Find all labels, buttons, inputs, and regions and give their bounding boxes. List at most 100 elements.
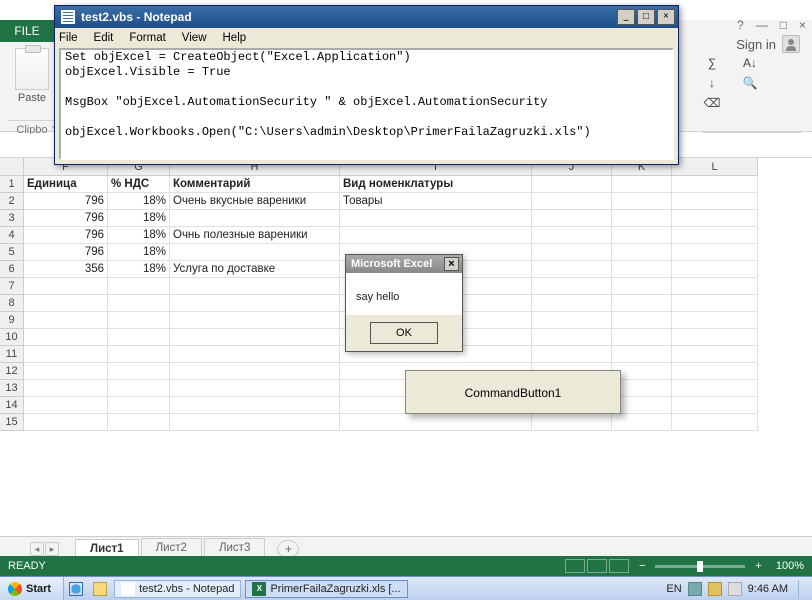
row-header[interactable]: 10 xyxy=(0,329,24,346)
row-header[interactable]: 3 xyxy=(0,210,24,227)
close-icon[interactable]: × xyxy=(799,18,806,38)
message-box[interactable]: Microsoft Excel × say hello OK xyxy=(345,254,463,352)
cell[interactable] xyxy=(612,346,672,363)
cell[interactable] xyxy=(612,193,672,210)
cell[interactable] xyxy=(340,227,532,244)
cell[interactable] xyxy=(108,363,170,380)
cell[interactable] xyxy=(170,397,340,414)
view-buttons[interactable] xyxy=(565,559,629,573)
cell[interactable] xyxy=(672,312,758,329)
cell[interactable] xyxy=(170,278,340,295)
cell[interactable] xyxy=(672,397,758,414)
zoom-slider[interactable] xyxy=(655,565,745,568)
cell[interactable] xyxy=(532,414,612,431)
cell[interactable]: Вид номенклатуры xyxy=(340,176,532,193)
cell[interactable] xyxy=(340,414,532,431)
paste-label[interactable]: Paste xyxy=(8,92,56,104)
row-header[interactable]: 14 xyxy=(0,397,24,414)
row-header[interactable]: 8 xyxy=(0,295,24,312)
cell[interactable] xyxy=(24,397,108,414)
cell[interactable] xyxy=(108,380,170,397)
autosum-icon[interactable]: ∑ xyxy=(702,56,722,70)
message-box-close-button[interactable]: × xyxy=(444,257,459,271)
sheet-nav-prev-icon[interactable]: ◂ xyxy=(30,542,44,556)
cell[interactable] xyxy=(612,380,672,397)
row-header[interactable]: 4 xyxy=(0,227,24,244)
cell[interactable] xyxy=(24,312,108,329)
row-header[interactable]: 11 xyxy=(0,346,24,363)
cell[interactable] xyxy=(108,414,170,431)
cell[interactable] xyxy=(532,261,612,278)
cell[interactable] xyxy=(340,210,532,227)
zoom-value[interactable]: 100% xyxy=(776,560,804,572)
cell[interactable] xyxy=(672,210,758,227)
column-header[interactable]: L xyxy=(672,158,758,176)
cell[interactable] xyxy=(672,278,758,295)
clear-icon[interactable]: ⌫ xyxy=(702,96,722,110)
cell[interactable]: 796 xyxy=(24,227,108,244)
cell[interactable] xyxy=(672,295,758,312)
cell[interactable] xyxy=(24,278,108,295)
cell[interactable] xyxy=(612,363,672,380)
notepad-text-area[interactable]: Set objExcel = CreateObject("Excel.Appli… xyxy=(59,48,674,160)
select-all-corner[interactable] xyxy=(0,158,24,176)
tray-speaker-icon[interactable] xyxy=(708,582,722,596)
cell[interactable] xyxy=(532,278,612,295)
cell[interactable]: 796 xyxy=(24,244,108,261)
message-box-titlebar[interactable]: Microsoft Excel × xyxy=(346,255,462,273)
fill-icon[interactable]: ↓ xyxy=(702,76,722,90)
cell[interactable] xyxy=(612,329,672,346)
show-desktop-button[interactable] xyxy=(798,580,806,598)
row-header[interactable]: 7 xyxy=(0,278,24,295)
cell[interactable] xyxy=(672,414,758,431)
notepad-maximize-button[interactable]: □ xyxy=(637,9,655,25)
cell[interactable]: 356 xyxy=(24,261,108,278)
tray-app-icon[interactable] xyxy=(728,582,742,596)
cell[interactable] xyxy=(672,176,758,193)
cell[interactable]: 18% xyxy=(108,193,170,210)
cell[interactable] xyxy=(170,380,340,397)
cell[interactable] xyxy=(612,210,672,227)
paste-icon[interactable] xyxy=(15,48,49,90)
cell[interactable]: 796 xyxy=(24,210,108,227)
cell[interactable] xyxy=(532,210,612,227)
row-header[interactable]: 5 xyxy=(0,244,24,261)
cell[interactable] xyxy=(672,380,758,397)
notepad-window[interactable]: test2.vbs - Notepad _ □ × FileEditFormat… xyxy=(54,5,679,165)
sheet-nav-next-icon[interactable]: ▸ xyxy=(45,542,59,556)
cell[interactable] xyxy=(170,312,340,329)
cell[interactable] xyxy=(108,329,170,346)
menu-item[interactable]: File xyxy=(59,32,78,44)
system-tray[interactable]: EN 9:46 AM xyxy=(660,580,812,598)
cell[interactable] xyxy=(24,380,108,397)
normal-view-icon[interactable] xyxy=(565,559,585,573)
cell[interactable]: 18% xyxy=(108,244,170,261)
page-break-view-icon[interactable] xyxy=(609,559,629,573)
cell[interactable] xyxy=(170,363,340,380)
zoom-out-button[interactable]: − xyxy=(639,560,645,572)
start-button[interactable]: Start xyxy=(0,577,64,600)
cell[interactable] xyxy=(108,346,170,363)
cell[interactable] xyxy=(612,312,672,329)
cell[interactable] xyxy=(672,329,758,346)
cell[interactable]: Очень вкусные вареники xyxy=(170,193,340,210)
cell[interactable]: Товары xyxy=(340,193,532,210)
cell[interactable] xyxy=(170,295,340,312)
row-headers[interactable]: 123456789101112131415 xyxy=(0,176,24,431)
row-header[interactable]: 1 xyxy=(0,176,24,193)
cell[interactable]: Очнь полезные вареники xyxy=(170,227,340,244)
tray-shield-icon[interactable] xyxy=(688,582,702,596)
cell[interactable] xyxy=(612,244,672,261)
cell[interactable]: 18% xyxy=(108,210,170,227)
tray-lang[interactable]: EN xyxy=(666,583,681,595)
row-header[interactable]: 15 xyxy=(0,414,24,431)
notepad-titlebar[interactable]: test2.vbs - Notepad _ □ × xyxy=(55,6,678,28)
cell[interactable] xyxy=(532,312,612,329)
taskbar-item[interactable]: XPrimerFailaZagruzki.xls [... xyxy=(245,580,407,598)
cell[interactable] xyxy=(672,363,758,380)
row-header[interactable]: 13 xyxy=(0,380,24,397)
cell[interactable]: Комментарий xyxy=(170,176,340,193)
sign-in[interactable]: Sign in xyxy=(736,35,800,53)
cell[interactable] xyxy=(672,346,758,363)
sheet-nav[interactable]: ◂ ▸ xyxy=(30,542,59,556)
